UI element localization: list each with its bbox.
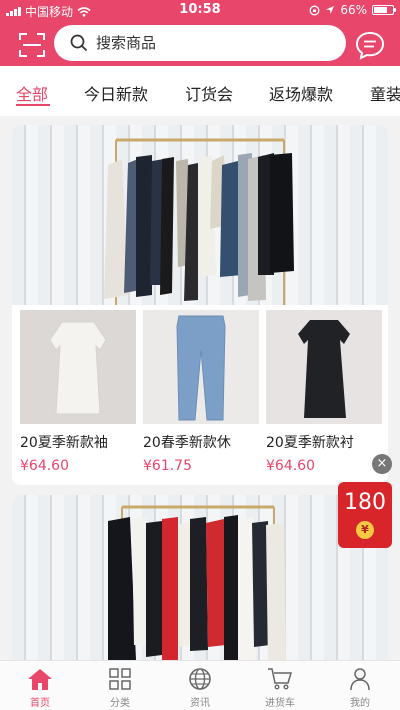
tab-today-new[interactable]: 今日新款 [84, 81, 148, 105]
user-icon [350, 668, 370, 691]
nav-news[interactable]: 资讯 [170, 665, 230, 709]
tab-kids[interactable]: 童装 [370, 81, 400, 105]
nav-category-label: 分类 [110, 698, 130, 709]
grid-icon [109, 668, 131, 690]
product-name: 20夏季新款袖 [20, 435, 108, 451]
nav-profile[interactable]: 我的 [330, 665, 390, 709]
nav-category[interactable]: 分类 [90, 665, 150, 709]
scan-button[interactable] [18, 32, 46, 58]
coupon-red-packet[interactable]: 180 ¥ [338, 482, 392, 548]
category-tabs: 全部 今日新款 订货会 返场爆款 童装 [0, 66, 400, 116]
clothing-rack-banner[interactable] [12, 125, 388, 305]
product-name: 20春季新款休 [143, 435, 231, 451]
chat-icon [355, 31, 385, 60]
jeans-image [143, 310, 259, 424]
product-card[interactable]: 20春季新款休 ¥61.75 [143, 310, 259, 474]
bottom-navigation: 首页 分类 资讯 进货车 我的 [0, 660, 400, 710]
nav-profile-label: 我的 [350, 698, 370, 709]
active-tab-indicator [16, 104, 50, 106]
tab-returning-hits[interactable]: 返场爆款 [269, 81, 333, 105]
home-icon [28, 669, 52, 690]
battery-percent: 66% [340, 3, 367, 17]
nav-home-label: 首页 [30, 698, 50, 709]
product-card[interactable]: 20夏季新款衬 ¥64.60 [266, 310, 382, 474]
black-dress-image [266, 310, 382, 424]
coupon-currency-icon: ¥ [356, 521, 374, 539]
product-price: ¥64.60 [266, 458, 315, 474]
search-icon [70, 34, 88, 52]
coupon-value: 180 [344, 490, 386, 515]
product-card[interactable]: 20夏季新款袖 ¥64.60 [20, 310, 136, 474]
product-thumbnail [143, 310, 259, 424]
scan-icon [19, 33, 45, 57]
status-bar: 中国移动 10:58 66% [0, 0, 400, 20]
nav-home[interactable]: 首页 [10, 665, 70, 709]
clothing-rack-image [104, 138, 294, 305]
battery-icon [372, 5, 396, 15]
nav-cart[interactable]: 进货车 [250, 665, 310, 709]
tab-all[interactable]: 全部 [16, 81, 48, 105]
close-float-button[interactable]: × [372, 454, 392, 474]
product-thumbnail [266, 310, 382, 424]
nav-cart-label: 进货车 [265, 698, 295, 709]
product-section-card [12, 495, 388, 675]
location-icon [326, 6, 335, 14]
white-dress-image [20, 310, 136, 424]
search-input[interactable] [96, 34, 326, 52]
product-thumbnail [20, 310, 136, 424]
message-button[interactable] [354, 30, 386, 60]
tab-order-fair[interactable]: 订货会 [185, 81, 233, 105]
nav-news-label: 资讯 [190, 698, 210, 709]
product-price: ¥61.75 [143, 458, 192, 474]
clothing-rack-banner[interactable] [12, 495, 388, 675]
product-row: 20夏季新款袖 ¥64.60 20春季新款休 ¥61.75 20夏季新款衬 ¥6 [18, 310, 384, 480]
rotation-lock-icon [309, 5, 320, 15]
search-bar[interactable] [54, 25, 346, 61]
product-price: ¥64.60 [20, 458, 69, 474]
product-name: 20夏季新款衬 [266, 435, 354, 451]
top-header: 中国移动 10:58 66% [0, 0, 400, 66]
clothing-rack-image [108, 505, 286, 675]
cart-icon [268, 668, 293, 690]
globe-icon [189, 668, 211, 690]
product-section-card: 20夏季新款袖 ¥64.60 20春季新款休 ¥61.75 20夏季新款衬 ¥6 [12, 125, 388, 485]
